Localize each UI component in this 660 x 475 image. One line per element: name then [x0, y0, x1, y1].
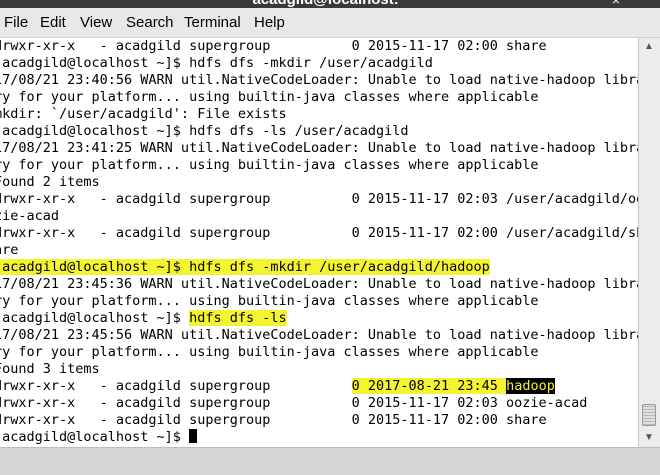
terminal-line: 17/08/21 23:41:25 WARN util.NativeCodeLo…	[0, 140, 638, 156]
terminal-line: mkdir: `/user/acadgild': File exists	[0, 106, 287, 122]
mkdir-hadoop-highlight: [acadgild@localhost ~]$ hdfs dfs -mkdir …	[0, 259, 490, 275]
vertical-scrollbar[interactable]: ▲ ▼	[638, 38, 660, 447]
terminal-line: ry for your platform... using builtin-ja…	[0, 89, 539, 105]
prompt: [acadgild@localhost ~]$	[0, 429, 190, 445]
dir-perms: drwxr-xr-x - acadgild supergroup	[0, 378, 352, 394]
terminal-line: [acadgild@localhost ~]$ hdfs dfs -ls /us…	[0, 123, 409, 139]
terminal-line: zie-acad	[0, 208, 60, 224]
terminal-line: Found 2 items	[0, 174, 100, 190]
menu-edit[interactable]: Edit	[40, 14, 66, 32]
text-cursor	[189, 429, 198, 443]
terminal-line: drwxr-xr-x - acadgild supergroup 0 2015-…	[0, 412, 547, 428]
scroll-down-arrow-icon[interactable]: ▼	[642, 431, 656, 445]
terminal-line-mkdir-hadoop: [acadgild@localhost ~]$ hdfs dfs -mkdir …	[0, 259, 638, 276]
terminal-line: drwxr-xr-x - acadgild supergroup 0 2015-…	[0, 191, 638, 207]
terminal-line: ry for your platform... using builtin-ja…	[0, 293, 539, 309]
terminal-line: are	[0, 242, 19, 258]
terminal-line: drwxr-xr-x - acadgild supergroup 0 2015-…	[0, 38, 547, 54]
terminal-line-hadoop-dir: drwxr-xr-x - acadgild supergroup 0 2017-…	[0, 378, 638, 395]
menu-search[interactable]: Search	[126, 14, 174, 32]
terminal-line: Found 3 items	[0, 361, 100, 377]
close-icon[interactable]: ×	[612, 0, 620, 8]
terminal-line: 17/08/21 23:45:56 WARN util.NativeCodeLo…	[0, 327, 638, 343]
scroll-up-arrow-icon[interactable]: ▲	[642, 40, 656, 54]
menu-view[interactable]: View	[80, 14, 112, 32]
terminal-line: ry for your platform... using builtin-ja…	[0, 157, 539, 173]
terminal-line: [acadgild@localhost ~]$ hdfs dfs -mkdir …	[0, 55, 433, 71]
terminal-line: drwxr-xr-x - acadgild supergroup 0 2015-…	[0, 225, 638, 241]
menu-terminal[interactable]: Terminal	[184, 14, 241, 32]
terminal-prompt-line[interactable]: [acadgild@localhost ~]$	[0, 429, 638, 446]
terminal-line: 17/08/21 23:40:56 WARN util.NativeCodeLo…	[0, 72, 638, 88]
hadoop-dir-selected[interactable]: hadoop	[506, 378, 555, 394]
ls-command-highlight: hdfs dfs -ls	[189, 310, 287, 326]
prompt: [acadgild@localhost ~]$	[0, 310, 190, 326]
terminal-line: drwxr-xr-x - acadgild supergroup 0 2015-…	[0, 395, 588, 411]
menu-help[interactable]: Help	[254, 14, 285, 32]
terminal-line-ls: [acadgild@localhost ~]$ hdfs dfs -ls	[0, 310, 638, 327]
new-dir-meta-highlight: 0 2017-08-21 23:45	[351, 378, 507, 394]
terminal-line: ry for your platform... using builtin-ja…	[0, 344, 539, 360]
menu-bar: File Edit View Search Terminal Help	[0, 8, 660, 38]
scrollbar-thumb[interactable]	[642, 404, 656, 426]
window-titlebar: acadgild@localhost:~ ×	[0, 0, 660, 8]
menu-file[interactable]: File	[4, 14, 28, 32]
terminal-output[interactable]: drwxr-xr-x - acadgild supergroup 0 2015-…	[0, 38, 638, 447]
window-title: acadgild@localhost:~	[0, 0, 660, 8]
window-bottom-frame	[0, 447, 660, 475]
terminal-line: 17/08/21 23:45:36 WARN util.NativeCodeLo…	[0, 276, 638, 292]
